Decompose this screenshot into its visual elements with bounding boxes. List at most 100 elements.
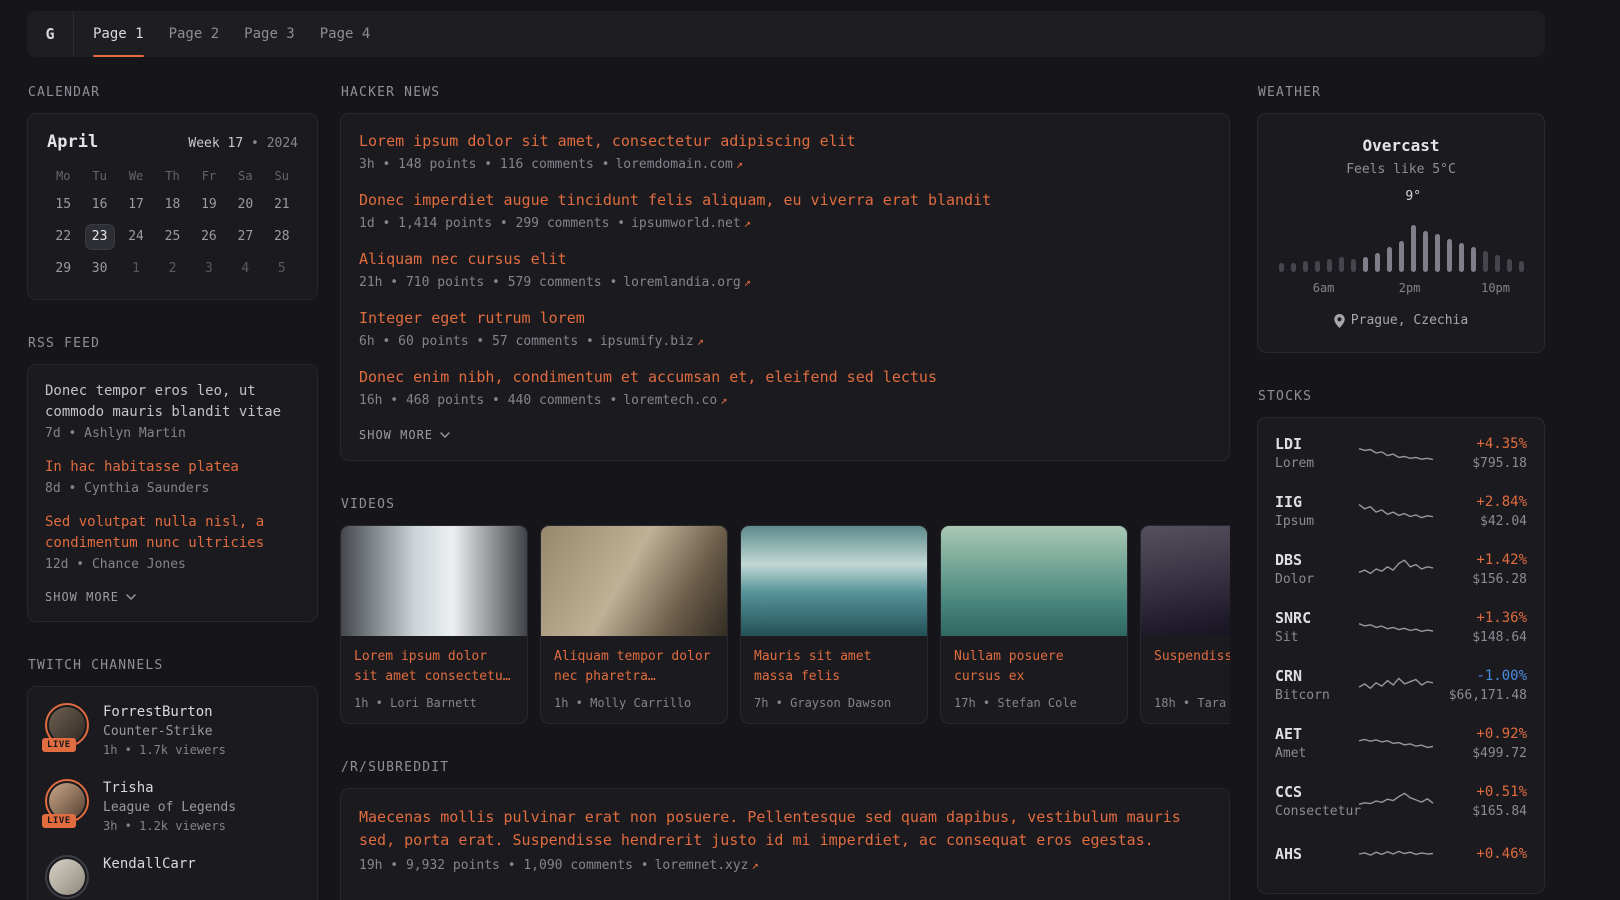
rss-item-meta: 12d • Chance Jones [45,557,300,572]
page-tab[interactable]: Page 2 [169,11,220,57]
stock-row[interactable]: CCS Consectetur +0.51% $165.84 [1275,783,1527,819]
page-tab[interactable]: Page 3 [244,11,295,57]
channel-viewers: 3h • 1.2k viewers [103,818,236,834]
hn-item-title[interactable]: Donec enim nibh, condimentum et accumsan… [359,367,1211,388]
calendar-day-name: Th [154,169,190,183]
subreddit-domain: loremnet.xyz [655,858,749,873]
rss-item-title[interactable]: Donec tempor eros leo, ut commodo mauris… [45,381,300,423]
video-thumbnail [741,526,927,636]
calendar-card: April Week 17 • 2024 MoTuWeThFrSaSu [27,113,318,300]
hn-item-meta: 16h • 468 points • 440 comments • loremt… [359,393,1211,408]
stock-sparkline [1359,498,1433,524]
stock-identity: CCS Consectetur [1275,783,1357,819]
page-tab[interactable]: Page 1 [93,11,144,57]
stock-row[interactable]: DBS Dolor +1.42% $156.28 [1275,551,1527,587]
stock-change: +4.35% [1435,435,1527,453]
video-title: Suspendisse diam [1154,647,1230,687]
video-title: Lorem ipsum dolor sit amet consectetu… [354,647,514,687]
calendar-day-number: 15 [48,192,78,218]
calendar-day-cell: 26 [191,222,227,251]
weather-widget: WEATHER Overcast Feels like 5°C 9° 6am 2… [1257,85,1545,353]
calendar-day-number: 17 [121,192,151,218]
hn-domain-link[interactable]: ipsumworld.net↗ [631,216,751,231]
subreddit-post-title[interactable]: Maecenas mollis pulvinar erat non posuer… [359,806,1211,852]
hn-domain-link[interactable]: loremlandia.org↗ [623,275,751,290]
video-card[interactable]: Mauris sit amet massa felis 7h • Grayson… [740,525,928,724]
weather-condition: Overcast [1275,136,1527,155]
stock-values: +0.51% $165.84 [1435,783,1527,819]
stock-change: +1.42% [1435,551,1527,569]
calendar-day-name: Tu [81,169,117,183]
external-link-icon: ↗ [736,157,743,171]
stock-price: $66,171.48 [1435,688,1527,703]
hn-item-title[interactable]: Integer eget rutrum lorem [359,308,1211,329]
twitch-channel-row[interactable]: KendallCarr [45,855,300,899]
dashboard: G Page 1 Page 2 Page 3 Page 4 CALENDAR A… [27,11,1545,900]
hn-show-more-button[interactable]: SHOW MORE [359,428,450,442]
calendar-day-number: 18 [157,192,187,218]
stock-identity: DBS Dolor [1275,551,1357,587]
twitch-channel-row[interactable]: LIVE ForrestBurton Counter-Strike 1h • 1… [45,703,300,758]
stock-identity: IIG Ipsum [1275,493,1357,529]
stock-sparkline [1359,672,1433,698]
calendar-day-number: 19 [194,192,224,218]
hn-domain-link[interactable]: loremtech.co↗ [623,393,727,408]
stock-values: +1.42% $156.28 [1435,551,1527,587]
weather-bar [1351,259,1356,272]
stock-row[interactable]: SNRC Sit +1.36% $148.64 [1275,609,1527,645]
video-card[interactable]: Suspendisse diam 18h • Tara [1140,525,1230,724]
location-pin-icon [1334,314,1345,328]
hn-item-title[interactable]: Aliquam nec cursus elit [359,249,1211,270]
stock-price: $148.64 [1435,630,1527,645]
calendar-day-number: 23 [85,224,115,250]
stock-change: +0.92% [1435,725,1527,743]
rss-item-meta: 8d • Cynthia Saunders [45,481,300,496]
stock-sparkline [1359,556,1433,582]
stock-price: $156.28 [1435,572,1527,587]
twitch-channel-row[interactable]: LIVE Trisha League of Legends 3h • 1.2k … [45,779,300,834]
stock-change: +2.84% [1435,493,1527,511]
calendar-day-number: 26 [194,224,224,250]
rss-show-more-button[interactable]: SHOW MORE [45,590,136,604]
stock-row[interactable]: LDI Lorem +4.35% $795.18 [1275,435,1527,471]
app-logo[interactable]: G [27,11,74,57]
stock-row[interactable]: AET Amet +0.92% $499.72 [1275,725,1527,761]
rss-item-title[interactable]: Sed volutpat nulla nisl, a condimentum n… [45,512,300,554]
stock-row[interactable]: AHS +0.46% [1275,841,1527,867]
rss-item: Sed volutpat nulla nisl, a condimentum n… [45,512,300,572]
video-card[interactable]: Nullam posuere cursus ex 17h • Stefan Co… [940,525,1128,724]
weather-peak-temperature: 9° [1405,189,1421,204]
stock-price: $165.84 [1435,804,1527,819]
calendar-day-cell: 15 [45,190,81,219]
calendar-day-number: 16 [85,192,115,218]
calendar-day-cell: 20 [227,190,263,219]
stock-sparkline-wrap [1357,556,1435,582]
stocks-card: LDI Lorem +4.35% $795.18 [1257,417,1545,894]
calendar-day-cell: 3 [191,254,227,283]
page-tab[interactable]: Page 4 [320,11,371,57]
stock-row[interactable]: IIG Ipsum +2.84% $42.04 [1275,493,1527,529]
video-card-body: Nullam posuere cursus ex 17h • Stefan Co… [941,636,1127,723]
stock-name: Ipsum [1275,514,1357,529]
hn-domain: loremdomain.com [615,157,732,172]
calendar-day-number: 4 [230,256,260,282]
weather-bar [1411,225,1416,272]
hn-domain-link[interactable]: ipsumify.biz↗ [600,334,704,349]
video-card[interactable]: Lorem ipsum dolor sit amet consectetu… 1… [340,525,528,724]
hn-meta-text: 6h • 60 points • 57 comments • [359,334,594,349]
subreddit-domain-link[interactable]: loremnet.xyz↗ [655,858,759,873]
weather-bar [1483,251,1488,272]
stock-row[interactable]: CRN Bitcorn -1.00% $66,171.48 [1275,667,1527,703]
twitch-card: LIVE ForrestBurton Counter-Strike 1h • 1… [27,686,318,900]
hn-item-title[interactable]: Lorem ipsum dolor sit amet, consectetur … [359,131,1211,152]
rss-item-title[interactable]: In hac habitasse platea [45,457,300,478]
hn-domain: ipsumworld.net [631,216,741,231]
weather-time-labels: 6am 2pm 10pm [1279,281,1524,295]
external-link-icon: ↗ [744,275,751,289]
weather-bar [1519,261,1524,272]
hn-item-title[interactable]: Donec imperdiet augue tincidunt felis al… [359,190,1211,211]
hn-domain-link[interactable]: loremdomain.com ↗ [615,157,743,172]
stock-ticker: CCS [1275,783,1357,801]
hn-item: Lorem ipsum dolor sit amet, consectetur … [359,131,1211,172]
video-card[interactable]: Aliquam tempor dolor nec pharetra… 1h • … [540,525,728,724]
